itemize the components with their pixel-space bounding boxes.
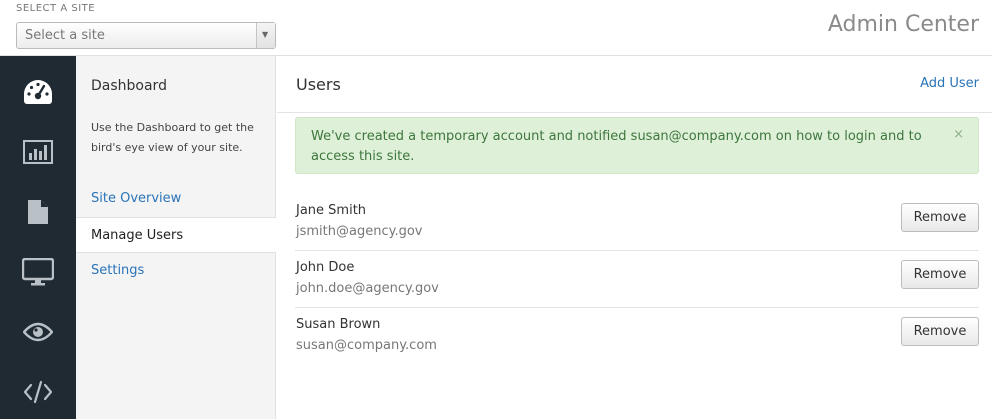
page-header: Users Add User bbox=[277, 56, 992, 113]
subnav-item-manage-users[interactable]: Manage Users bbox=[76, 217, 276, 253]
rail-item-preview[interactable] bbox=[0, 302, 76, 362]
success-alert: We've created a temporary account and no… bbox=[295, 117, 979, 174]
user-email: jsmith@agency.gov bbox=[296, 224, 423, 239]
user-name: John Doe bbox=[296, 260, 355, 275]
remove-user-button[interactable]: Remove bbox=[901, 317, 979, 346]
icon-rail bbox=[0, 56, 76, 419]
rail-item-pages[interactable] bbox=[0, 182, 76, 242]
user-email: john.doe@agency.gov bbox=[296, 281, 439, 296]
page-title: Users bbox=[296, 75, 341, 94]
subnav-item-site-overview[interactable]: Site Overview bbox=[76, 181, 275, 217]
rail-item-dashboard[interactable] bbox=[0, 62, 76, 122]
top-bar: SELECT A SITE Select a site ▼ Admin Cent… bbox=[0, 0, 992, 56]
rail-item-code[interactable] bbox=[0, 362, 76, 419]
user-name: Susan Brown bbox=[296, 317, 381, 332]
code-icon bbox=[23, 380, 53, 404]
site-select-value: Select a site bbox=[25, 28, 105, 43]
main-content: Users Add User We've created a temporary… bbox=[277, 56, 992, 419]
rail-item-analytics[interactable] bbox=[0, 122, 76, 182]
user-name: Jane Smith bbox=[296, 203, 367, 218]
site-select-dropdown[interactable]: Select a site ▼ bbox=[16, 22, 276, 49]
app-title: Admin Center bbox=[827, 12, 979, 37]
secondary-nav: Dashboard Use the Dashboard to get the b… bbox=[76, 56, 276, 419]
monitor-icon bbox=[22, 258, 54, 286]
close-icon[interactable]: × bbox=[953, 127, 964, 142]
remove-user-button[interactable]: Remove bbox=[901, 260, 979, 289]
section-title: Dashboard bbox=[91, 78, 167, 94]
rail-item-display[interactable] bbox=[0, 242, 76, 302]
add-user-link[interactable]: Add User bbox=[920, 76, 979, 91]
bar-chart-icon bbox=[23, 140, 53, 164]
chevron-down-icon: ▼ bbox=[262, 30, 269, 39]
user-row: Susan Brown susan@company.com Remove bbox=[295, 308, 979, 365]
user-row: Jane Smith jsmith@agency.gov Remove bbox=[295, 194, 979, 251]
user-email: susan@company.com bbox=[296, 338, 437, 353]
remove-user-button[interactable]: Remove bbox=[901, 203, 979, 232]
document-icon bbox=[28, 200, 48, 224]
user-row: John Doe john.doe@agency.gov Remove bbox=[295, 251, 979, 308]
site-selector-label: SELECT A SITE bbox=[16, 3, 96, 14]
section-description: Use the Dashboard to get the bird's eye … bbox=[91, 121, 254, 154]
alert-message: We've created a temporary account and no… bbox=[311, 129, 922, 164]
eye-icon bbox=[23, 322, 53, 342]
dashboard-gauge-icon bbox=[24, 80, 52, 104]
site-select-arrow[interactable]: ▼ bbox=[256, 23, 275, 48]
subnav-item-settings[interactable]: Settings bbox=[76, 253, 275, 289]
